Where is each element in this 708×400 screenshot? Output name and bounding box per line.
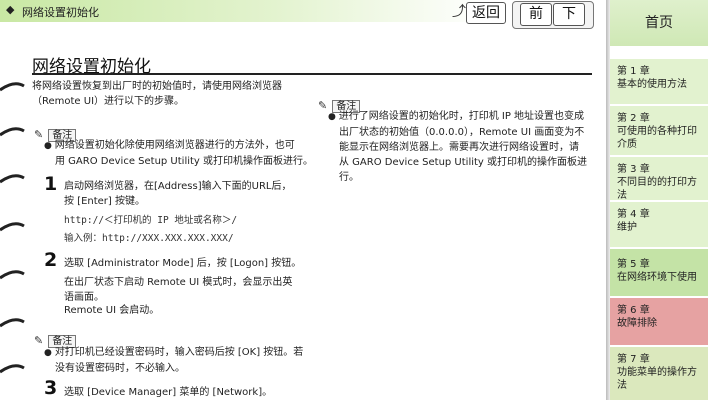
binder-ring-icon [0,170,26,188]
step-2-result: Remote UI 会启动。 [64,305,160,316]
sidebar-item-chapter-6[interactable]: 第 6 章 故障排除 [610,297,708,345]
intro-text: 将网络设置恢复到出厂时的初始值时，请使用网络浏览器 （Remote UI）进行以… [32,81,282,107]
sidebar-item-chapter-5[interactable]: 第 5 章 在网络环境下使用 [610,248,708,296]
home-link[interactable]: 首页 [610,0,708,46]
prev-page-button[interactable]: 前 [520,3,552,26]
binder-ring-icon [0,266,26,284]
bullet-icon: ● [44,141,55,151]
back-arrow-icon[interactable]: ⤴ [452,2,466,22]
sidebar-item-chapter-2[interactable]: 第 2 章 可使用的各种打印 介质 [610,105,708,155]
sidebar-item-chapter-4[interactable]: 第 4 章 维护 [610,201,708,247]
binder-ring-icon [0,314,26,332]
note-3-text: ● 进行了网络设置的初始化时，打印机 IP 地址设置也变成 出厂状态的初始值（0… [328,111,588,183]
pencil-icon: ✎ [34,334,44,347]
pencil-icon: ✎ [318,99,328,112]
title-divider [32,73,592,75]
diamond-bullet-icon: ◆ [6,3,15,16]
step-1-example: 输入例：http://XXX.XXX.XXX.XXX/ [64,233,234,244]
next-page-button[interactable]: 下 [553,3,585,26]
bullet-icon: ● [328,112,339,122]
binder-ring-icon [0,78,26,96]
back-button[interactable]: 返回 [466,2,506,24]
step-number: 1 [44,173,58,195]
sidebar-item-chapter-1[interactable]: 第 1 章 基本的使用方法 [610,58,708,104]
step-3-text: 选取 [Device Manager] 菜单的 [Network]。 [64,387,273,398]
step-2-text: 选取 [Administrator Mode] 后，按 [Logon] 按钮。 [64,258,302,269]
breadcrumb: 网络设置初始化 [22,6,99,19]
bullet-icon: ● [44,348,55,358]
step-2-subtext: 在出厂状态下启动 Remote UI 模式时，会显示出英 语画面。 [64,277,293,303]
step-number: 3 [44,377,58,399]
pencil-icon: ✎ [34,128,44,141]
sidebar-item-chapter-7[interactable]: 第 7 章 功能菜单的操作方 法 [610,346,708,400]
step-1-text: 启动网络浏览器，在[Address]输入下面的URL后， 按 [Enter] 按… [64,181,292,207]
note-1-text: ● 网络设置初始化除使用网络浏览器进行的方法外，也可 用 GARO Device… [44,140,314,167]
note-2-text: ● 对打印机已经设置密码时，输入密码后按 [OK] 按钮。若 没有设置密码时，不… [44,347,304,374]
binder-ring-icon [0,218,26,236]
binder-ring-icon [0,360,26,378]
step-1-url: http://＜打印机的 IP 地址或名称＞/ [64,215,238,226]
binder-ring-icon [0,123,26,141]
sidebar-item-chapter-3[interactable]: 第 3 章 不同目的的打印方 法 [610,156,708,201]
step-number: 2 [44,249,58,271]
